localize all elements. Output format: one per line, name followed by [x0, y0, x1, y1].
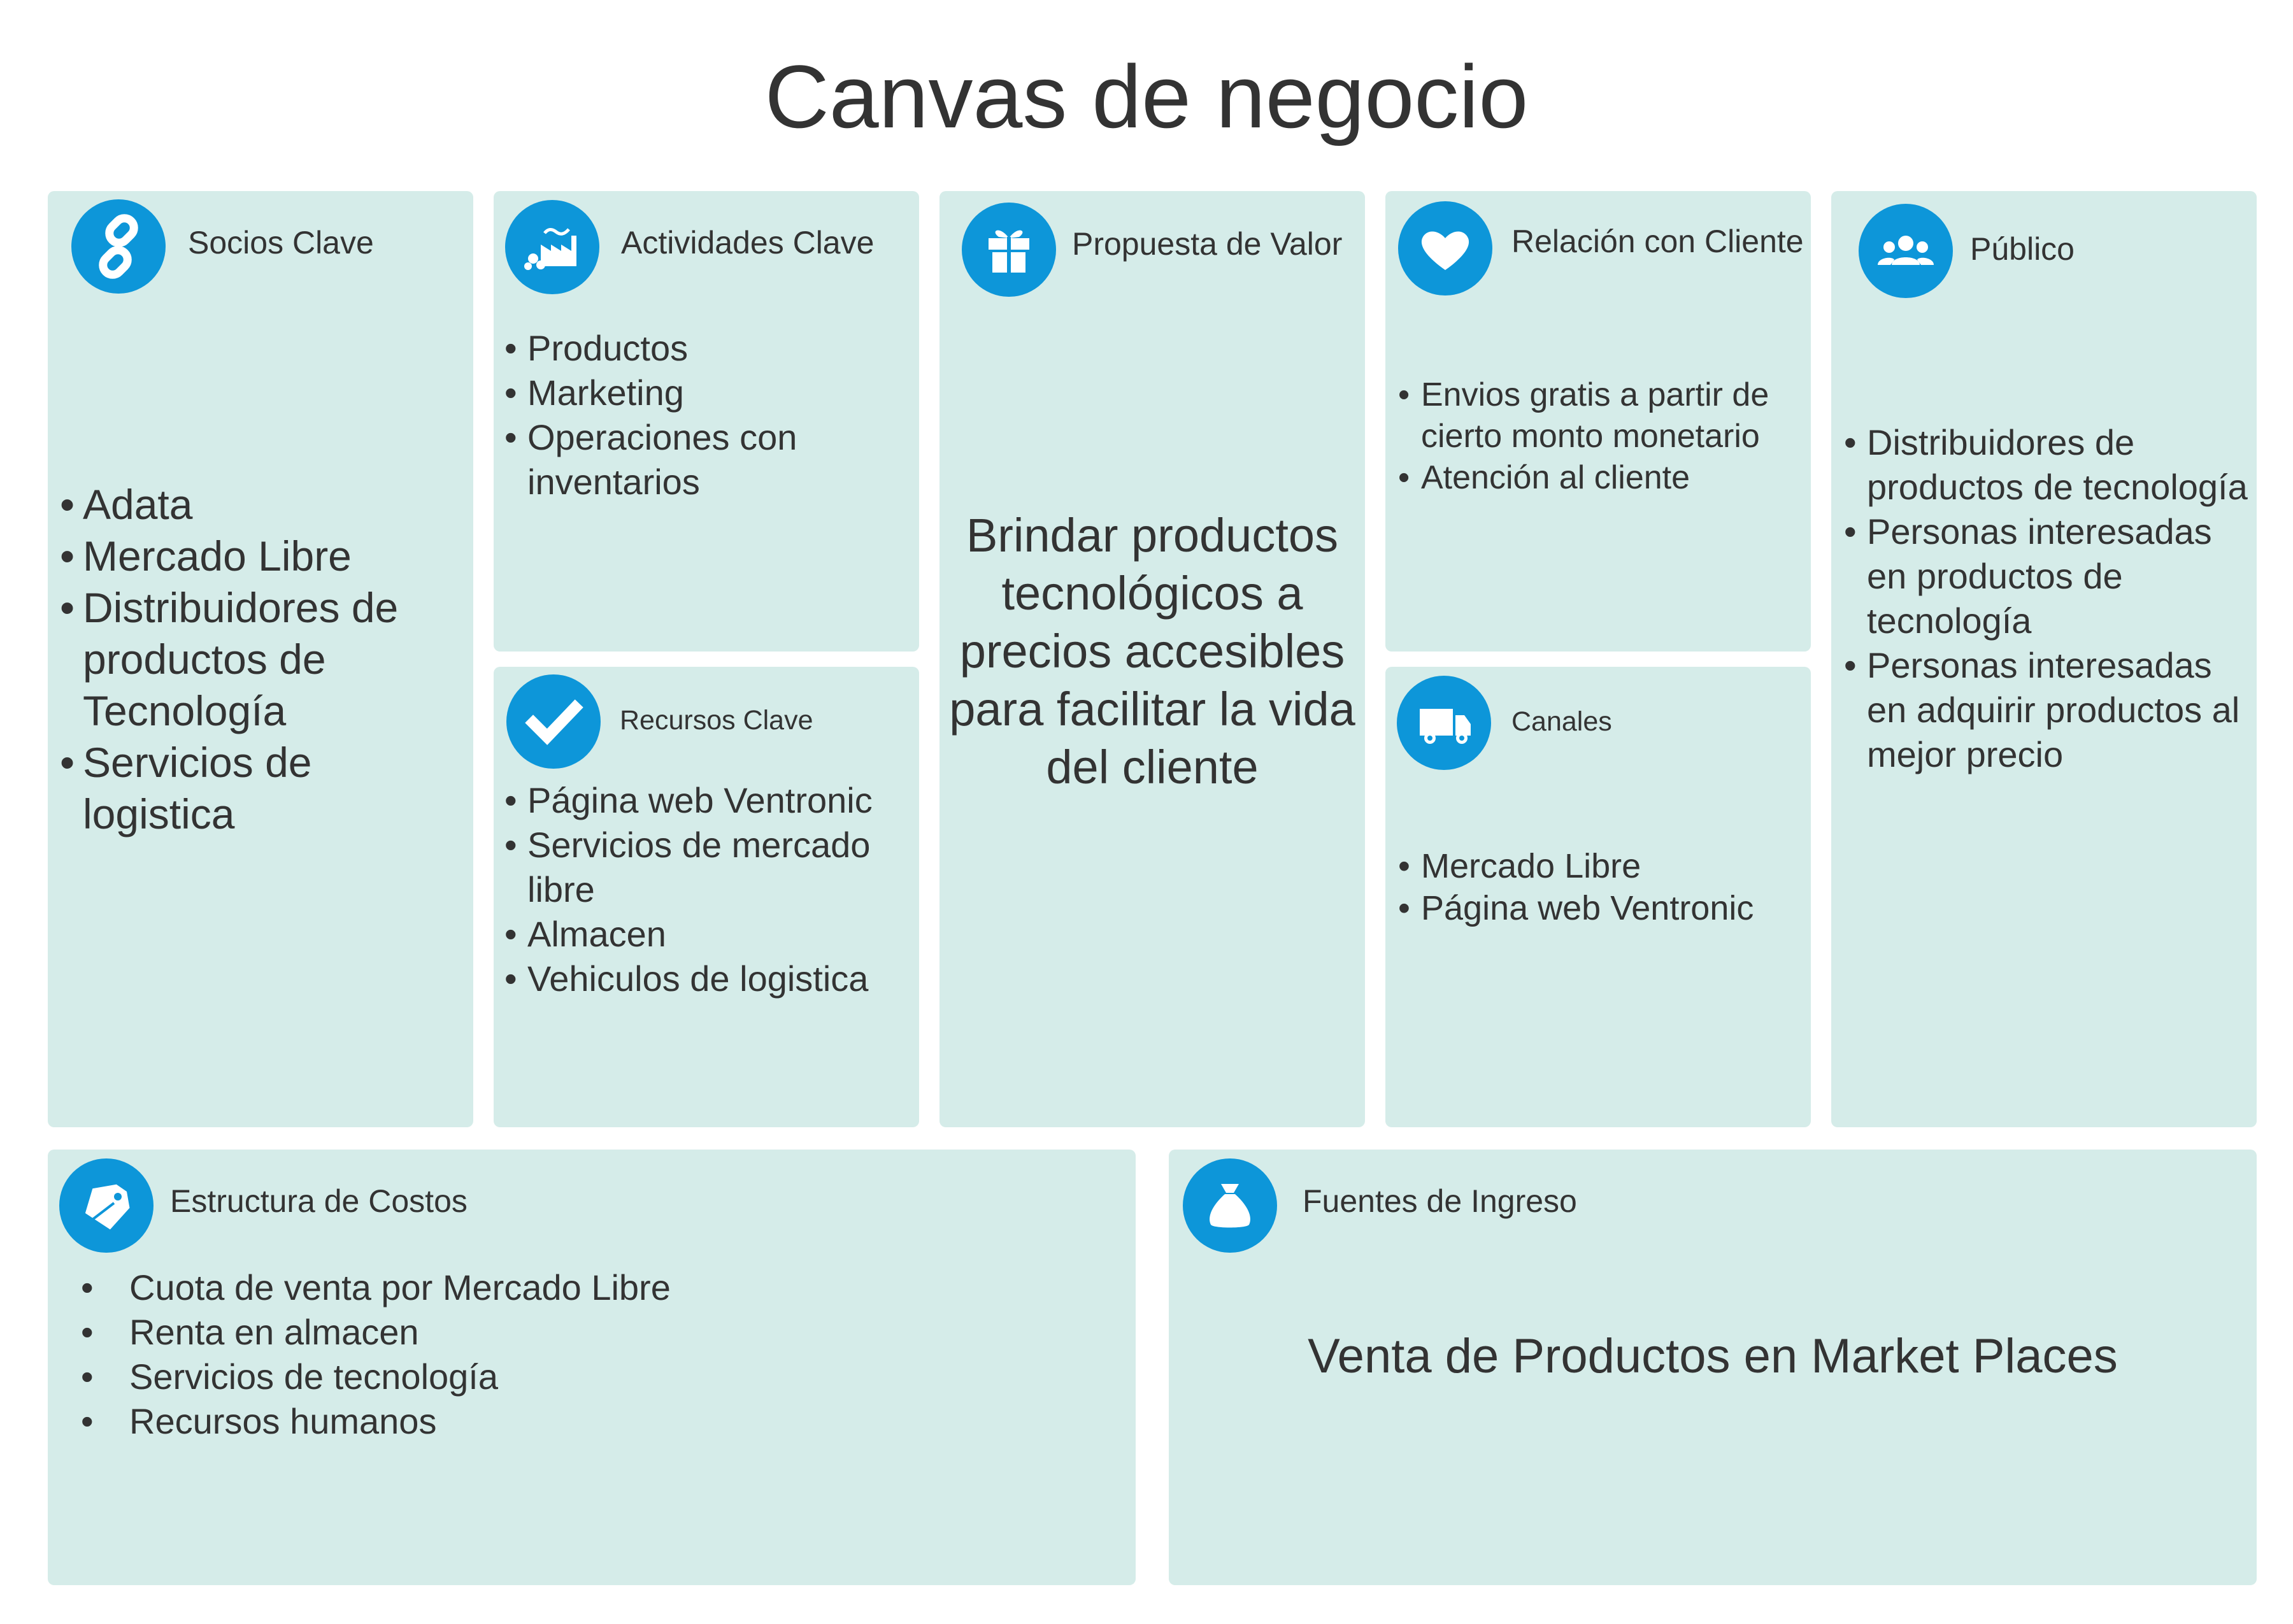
canales-box: Canales Mercado LibrePágina web Ventroni…	[1385, 667, 1811, 1127]
estructura-costos-box: Estructura de Costos Cuota de venta por …	[48, 1150, 1136, 1585]
list-item: Productos	[504, 326, 906, 371]
recursos-clave-list: Página web VentronicServicios de mercado…	[504, 778, 912, 1001]
list-item: Almacen	[504, 912, 912, 957]
tag-icon	[59, 1158, 154, 1253]
socios-clave-list: AdataMercado LibreDistribuidores de prod…	[60, 479, 455, 840]
people-icon	[1859, 204, 1953, 298]
money-bag-icon	[1183, 1158, 1277, 1253]
list-item: Página web Ventronic	[504, 778, 912, 823]
truck-icon	[1397, 676, 1491, 770]
list-item: Recursos humanos	[81, 1399, 845, 1444]
list-item: Personas interesadas en productos de tec…	[1844, 509, 2252, 643]
page-title: Canvas de negocio	[764, 46, 1529, 146]
fuentes-ingreso-text: Venta de Productos en Market Places	[1308, 1329, 2118, 1383]
list-item: Renta en almacen	[81, 1310, 845, 1355]
list-item: Página web Ventronic	[1398, 887, 1799, 929]
list-item: Distribuidores de productos de Tecnologí…	[60, 582, 455, 737]
list-item: Marketing	[504, 371, 906, 415]
list-item: Operaciones con inventarios	[504, 415, 906, 504]
propuesta-valor-text: Brindar productos tecnológicos a precios…	[949, 509, 1355, 794]
recursos-clave-header: Recursos Clave	[620, 705, 813, 736]
relacion-cliente-box: Relación con Cliente Envios gratis a par…	[1385, 191, 1811, 652]
propuesta-valor-header: Propuesta de Valor	[1072, 226, 1343, 262]
estructura-costos-header: Estructura de Costos	[170, 1183, 468, 1219]
recursos-clave-box: Recursos Clave Página web VentronicServi…	[494, 667, 919, 1127]
gift-icon	[962, 203, 1056, 297]
list-item: Cuota de venta por Mercado Libre	[81, 1265, 845, 1310]
publico-header: Público	[1970, 231, 2075, 267]
canales-list: Mercado LibrePágina web Ventronic	[1398, 845, 1799, 929]
list-item: Envios gratis a partir de cierto monto m…	[1398, 374, 1799, 457]
factory-icon	[505, 200, 599, 294]
list-item: Servicios de logistica	[60, 737, 455, 840]
list-item: Mercado Libre	[1398, 845, 1799, 887]
actividades-clave-header: Actividades Clave	[621, 225, 875, 260]
list-item: Mercado Libre	[60, 531, 455, 582]
actividades-clave-box: Actividades Clave ProductosMarketingOper…	[494, 191, 919, 652]
relacion-cliente-list: Envios gratis a partir de cierto monto m…	[1398, 374, 1799, 499]
list-item: Personas interesadas en adquirir product…	[1844, 643, 2252, 777]
socios-clave-box: Socios Clave AdataMercado LibreDistribui…	[48, 191, 473, 1127]
list-item: Vehiculos de logistica	[504, 957, 912, 1001]
propuesta-valor-box: Propuesta de Valor Brindar productos tec…	[939, 191, 1365, 1127]
publico-box: Público Distribuidores de productos de t…	[1831, 191, 2257, 1127]
list-item: Adata	[60, 479, 455, 531]
list-item: Servicios de mercado libre	[504, 823, 912, 912]
actividades-clave-list: ProductosMarketingOperaciones con invent…	[504, 326, 906, 504]
canales-header: Canales	[1511, 706, 1612, 737]
link-icon	[71, 199, 166, 294]
fuentes-ingreso-header: Fuentes de Ingreso	[1303, 1183, 1577, 1219]
list-item: Servicios de tecnología	[81, 1355, 845, 1399]
list-item: Atención al cliente	[1398, 457, 1799, 499]
fuentes-ingreso-box: Fuentes de Ingreso Venta de Productos en…	[1169, 1150, 2257, 1585]
heart-icon	[1398, 201, 1492, 296]
publico-list: Distribuidores de productos de tecnologí…	[1844, 420, 2252, 777]
socios-clave-header: Socios Clave	[188, 225, 374, 260]
checkmark-icon	[506, 674, 601, 769]
relacion-cliente-header: Relación con Cliente	[1511, 224, 1804, 259]
list-item: Distribuidores de productos de tecnologí…	[1844, 420, 2252, 509]
estructura-costos-list: Cuota de venta por Mercado LibreRenta en…	[81, 1265, 845, 1444]
